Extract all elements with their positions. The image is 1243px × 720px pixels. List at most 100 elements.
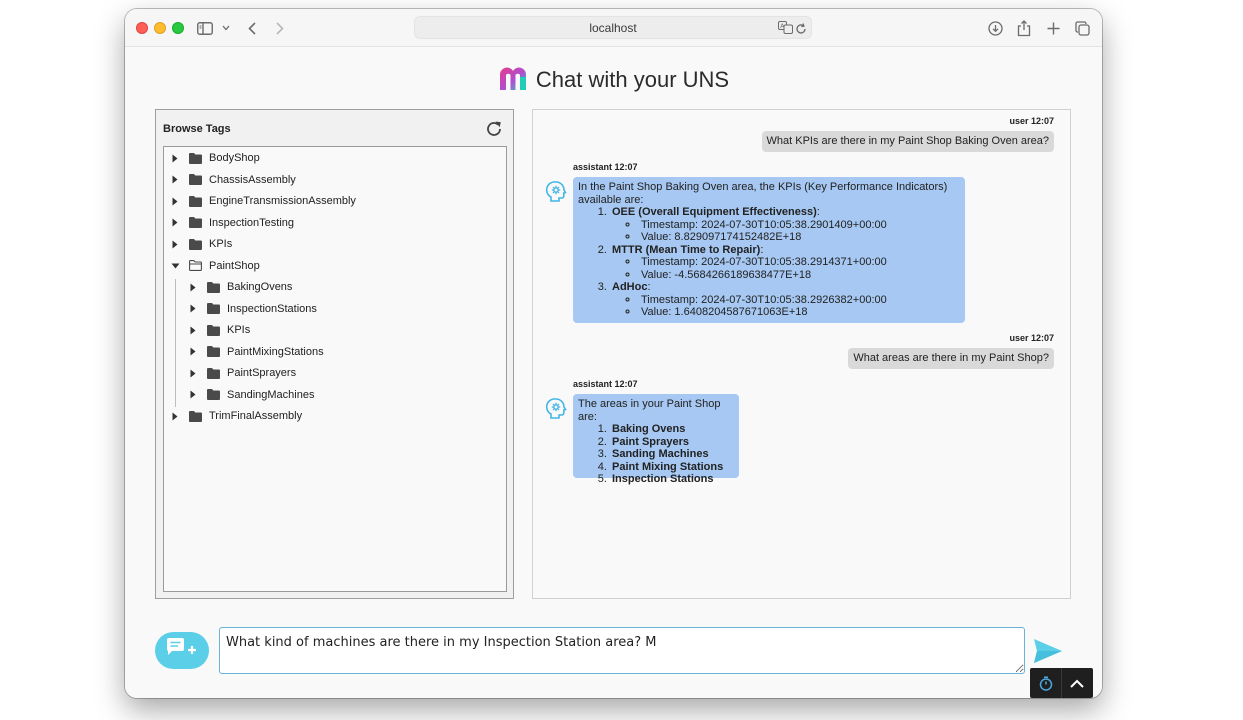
kpi-item: AdHoc: Timestamp: 2024-07-30T10:05:38.29… xyxy=(610,281,960,319)
message-meta: user 12:07 xyxy=(1009,333,1054,343)
tree-item-label: PaintSprayers xyxy=(227,367,297,379)
caret-down-icon[interactable] xyxy=(169,260,181,272)
page-title: Chat with your UNS xyxy=(535,67,730,92)
area-name: Paint Sprayers xyxy=(612,435,690,448)
tree-item-inspectionstations[interactable]: InspectionStations xyxy=(187,300,317,318)
tree-item-enginetransmissionassembly[interactable]: EngineTransmissionAssembly xyxy=(169,192,356,210)
folder-icon xyxy=(189,410,203,422)
folder-icon xyxy=(189,174,203,186)
caret-right-icon[interactable] xyxy=(187,346,199,358)
kpi-name: OEE (Overall Equipment Effectiveness) xyxy=(612,206,817,218)
caret-right-icon[interactable] xyxy=(187,281,199,293)
tree-item-label: BodyShop xyxy=(209,152,260,164)
sidebar-toggle-icon[interactable] xyxy=(196,17,214,39)
assistant-bot-icon xyxy=(545,397,567,419)
folder-open-icon xyxy=(189,260,203,272)
area-item: Paint Mixing Stations xyxy=(610,461,734,474)
assistant-bot-icon xyxy=(545,180,567,202)
refresh-icon[interactable] xyxy=(485,120,503,138)
caret-right-icon[interactable] xyxy=(169,238,181,250)
folder-icon xyxy=(207,324,221,336)
tab-overview-icon[interactable] xyxy=(1074,17,1090,39)
kpi-detail: Timestamp: 2024-07-30T10:05:38.2914371+0… xyxy=(639,256,960,269)
new-chat-icon xyxy=(165,637,199,664)
tree-guide-line xyxy=(175,279,176,407)
url-text: localhost xyxy=(589,21,637,35)
new-tab-icon[interactable] xyxy=(1045,17,1061,39)
kpi-suffix: : xyxy=(816,206,820,218)
assistant-message-intro: In the Paint Shop Baking Oven area, the … xyxy=(578,181,948,206)
send-icon xyxy=(1033,639,1063,668)
assistant-message-intro: The areas in your Paint Shop are: xyxy=(578,398,721,423)
tree-item-sandingmachines[interactable]: SandingMachines xyxy=(187,386,314,404)
kpi-suffix: : xyxy=(647,281,651,293)
user-message: What areas are there in my Paint Shop? xyxy=(848,348,1054,369)
back-icon[interactable] xyxy=(245,17,259,39)
folder-icon xyxy=(207,367,221,379)
tree-item-kpis[interactable]: KPIs xyxy=(169,235,232,253)
caret-right-icon[interactable] xyxy=(187,324,199,336)
kpi-detail: Value: -4.5684266189638477E+18 xyxy=(639,269,960,282)
downloads-icon[interactable] xyxy=(987,17,1003,39)
folder-icon xyxy=(207,281,221,293)
caret-right-icon[interactable] xyxy=(187,303,199,315)
kpi-list: OEE (Overall Equipment Effectiveness): T… xyxy=(610,206,960,319)
address-bar[interactable]: localhost A xyxy=(414,16,812,39)
tree-item-label: PaintMixingStations xyxy=(227,345,324,358)
area-item: Paint Sprayers xyxy=(610,436,734,449)
tree-item-label: TrimFinalAssembly xyxy=(209,410,303,422)
chat-message-input[interactable] xyxy=(219,627,1025,674)
tree-item-kpis[interactable]: KPIs xyxy=(187,321,250,339)
tree-item-bakingovens[interactable]: BakingOvens xyxy=(187,278,292,296)
caret-right-icon[interactable] xyxy=(169,217,181,229)
message-meta: user 12:07 xyxy=(1009,116,1054,126)
zoom-window-button[interactable] xyxy=(172,22,184,34)
tree-item-inspectiontesting[interactable]: InspectionTesting xyxy=(169,214,294,232)
message-meta: assistant 12:07 xyxy=(573,379,638,389)
close-window-button[interactable] xyxy=(136,22,148,34)
tree-item-paintsprayers[interactable]: PaintSprayers xyxy=(187,364,296,382)
new-chat-button[interactable] xyxy=(155,632,209,669)
tree-item-label: InspectionTesting xyxy=(209,216,294,229)
area-name: Baking Ovens xyxy=(612,423,686,435)
kpi-suffix: : xyxy=(760,243,764,256)
tree-item-paintmixingstations[interactable]: PaintMixingStations xyxy=(187,343,324,361)
page-content: Chat with your UNS Browse Tags BodyShop C… xyxy=(125,48,1102,698)
floating-toolbar xyxy=(1030,668,1093,698)
minimize-window-button[interactable] xyxy=(154,22,166,34)
tag-tree: BodyShop ChassisAssembly EngineTransmissio… xyxy=(163,146,507,592)
translate-icon[interactable]: A xyxy=(778,21,793,39)
area-name: Sanding Machines xyxy=(612,448,709,460)
timer-icon[interactable] xyxy=(1030,668,1061,698)
kpi-item: MTTR (Mean Time to Repair): Timestamp: 2… xyxy=(610,244,960,282)
kpi-item: OEE (Overall Equipment Effectiveness): T… xyxy=(610,206,960,244)
tree-item-trimfinalassembly[interactable]: TrimFinalAssembly xyxy=(169,407,302,425)
forward-icon[interactable] xyxy=(273,17,287,39)
caret-right-icon[interactable] xyxy=(187,367,199,379)
browse-tags-panel: Browse Tags BodyShop ChassisAssembly Engin… xyxy=(155,109,514,599)
app-logo-icon xyxy=(498,65,528,96)
reload-icon[interactable] xyxy=(795,22,807,40)
tree-item-paintshop[interactable]: PaintShop xyxy=(169,257,260,275)
chevron-up-icon[interactable] xyxy=(1061,668,1092,698)
caret-right-icon[interactable] xyxy=(169,195,181,207)
browser-toolbar: localhost A xyxy=(125,9,1102,47)
caret-right-icon[interactable] xyxy=(187,389,199,401)
area-name: Paint Mixing Stations xyxy=(612,460,724,473)
share-icon[interactable] xyxy=(1016,17,1032,39)
message-meta: assistant 12:07 xyxy=(573,162,638,172)
send-button[interactable] xyxy=(1033,638,1063,664)
caret-right-icon[interactable] xyxy=(169,174,181,186)
tree-item-label: KPIs xyxy=(227,324,251,336)
chevron-down-icon[interactable] xyxy=(220,17,232,39)
tree-item-chassisassembly[interactable]: ChassisAssembly xyxy=(169,171,296,189)
kpi-detail: Timestamp: 2024-07-30T10:05:38.2901409+0… xyxy=(639,219,960,232)
kpi-details: Timestamp: 2024-07-30T10:05:38.2901409+0… xyxy=(639,219,960,244)
tree-item-bodyshop[interactable]: BodyShop xyxy=(169,149,260,167)
browser-window: localhost A Chat with your UNS Browse Ta… xyxy=(125,9,1102,698)
user-message: What KPIs are there in my Paint Shop Bak… xyxy=(761,131,1054,152)
caret-right-icon[interactable] xyxy=(169,152,181,164)
caret-right-icon[interactable] xyxy=(169,410,181,422)
area-list: Baking Ovens Paint Sprayers Sanding Mach… xyxy=(610,423,734,486)
tree-item-label: ChassisAssembly xyxy=(209,173,296,186)
